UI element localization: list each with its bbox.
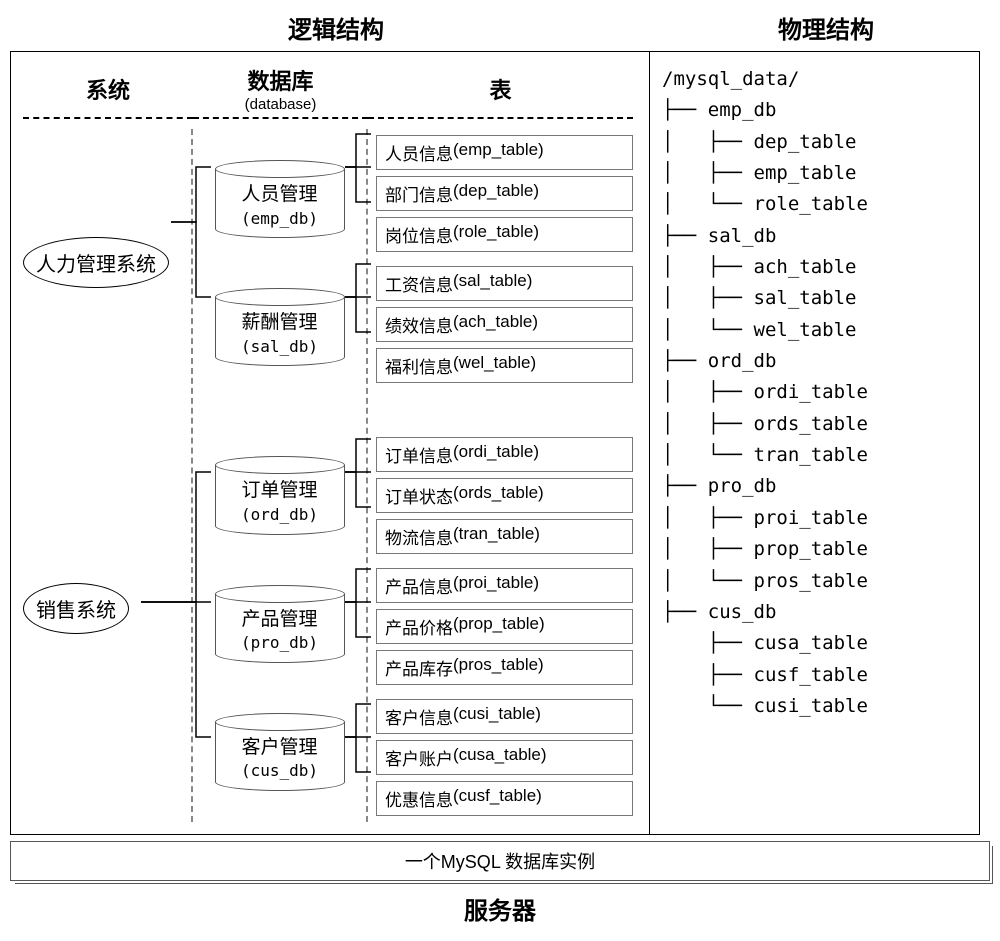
database-column: 人员管理 (emp_db) 薪酬管理 (sal_db) (193, 129, 368, 822)
cylinder-icon: 订单管理 (ord_db) (215, 456, 345, 534)
instance-bar: 一个MySQL 数据库实例 (10, 841, 990, 881)
table-box: 绩效信息(ach_table) (376, 307, 633, 342)
database-node: 产品管理 (pro_db) (193, 585, 366, 663)
cylinder-icon: 客户管理 (cus_db) (215, 713, 345, 791)
table-name: 福利信息 (385, 353, 453, 378)
table-name: 部门信息 (385, 181, 453, 206)
table-name: 产品库存 (385, 655, 453, 680)
col-header-system-label: 系统 (86, 78, 130, 103)
table-name: 物流信息 (385, 524, 453, 549)
db-code: (sal_db) (241, 337, 318, 356)
table-code: (cusa_table) (453, 745, 547, 770)
table-name: 客户账户 (385, 745, 453, 770)
table-box: 客户账户(cusa_table) (376, 740, 633, 775)
db-code: (emp_db) (241, 209, 318, 228)
top-titles-row: 逻辑结构 物理结构 (10, 10, 990, 51)
table-code: (ordi_table) (453, 442, 539, 467)
table-box: 订单状态(ords_table) (376, 478, 633, 513)
table-box: 岗位信息(role_table) (376, 217, 633, 252)
table-code: (dep_table) (453, 181, 539, 206)
db-name: 薪酬管理 (241, 312, 317, 333)
col-header-database: 数据库 (database) (193, 64, 368, 113)
instance-label: 一个MySQL 数据库实例 (405, 852, 595, 872)
table-name: 优惠信息 (385, 786, 453, 811)
table-box: 产品库存(pros_table) (376, 650, 633, 685)
table-code: (ach_table) (453, 312, 538, 337)
system-node: 销售系统 (23, 399, 191, 819)
db-code: (pro_db) (241, 633, 318, 652)
cylinder-icon: 薪酬管理 (sal_db) (215, 288, 345, 366)
logical-body: 人力管理系统 销售系统 人员管理 (emp_db) (23, 129, 637, 822)
table-group: 产品信息(proi_table)产品价格(prop_table)产品库存(pro… (376, 568, 633, 685)
db-name: 客户管理 (241, 737, 317, 758)
table-code: (ords_table) (453, 483, 544, 508)
table-code: (wel_table) (453, 353, 536, 378)
header-dashed-divider (23, 117, 637, 119)
table-code: (proi_table) (453, 573, 539, 598)
main-row: 系统 数据库 (database) 表 人力管理系统 (10, 51, 990, 835)
table-code: (role_table) (453, 222, 539, 247)
column-headers: 系统 数据库 (database) 表 (23, 64, 637, 113)
cylinder-icon: 产品管理 (pro_db) (215, 585, 345, 663)
logical-box: 系统 数据库 (database) 表 人力管理系统 (10, 51, 650, 835)
system-node: 人力管理系统 (23, 132, 191, 392)
table-box: 工资信息(sal_table) (376, 266, 633, 301)
directory-tree: /mysql_data/ ├── emp_db │ ├── dep_table … (662, 64, 971, 722)
database-node: 客户管理 (cus_db) (193, 713, 366, 791)
table-box: 客户信息(cusi_table) (376, 699, 633, 734)
col-header-table: 表 (368, 73, 633, 105)
col-header-system: 系统 (23, 73, 193, 105)
table-box: 优惠信息(cusf_table) (376, 781, 633, 816)
table-name: 岗位信息 (385, 222, 453, 247)
cylinder-icon: 人员管理 (emp_db) (215, 160, 345, 238)
table-name: 客户信息 (385, 704, 453, 729)
table-group: 客户信息(cusi_table)客户账户(cusa_table)优惠信息(cus… (376, 699, 633, 816)
table-box: 产品信息(proi_table) (376, 568, 633, 603)
table-box: 物流信息(tran_table) (376, 519, 633, 554)
server-title: 服务器 (10, 891, 990, 926)
system-ellipse: 人力管理系统 (23, 237, 169, 288)
database-node: 订单管理 (ord_db) (193, 456, 366, 534)
table-name: 订单状态 (385, 483, 453, 508)
table-box: 订单信息(ordi_table) (376, 437, 633, 472)
system-ellipse: 销售系统 (23, 583, 129, 634)
db-name: 订单管理 (241, 480, 317, 501)
table-name: 订单信息 (385, 442, 453, 467)
table-code: (prop_table) (453, 614, 545, 639)
table-box: 人员信息(emp_table) (376, 135, 633, 170)
table-box: 产品价格(prop_table) (376, 609, 633, 644)
table-group: 订单信息(ordi_table)订单状态(ords_table)物流信息(tra… (376, 437, 633, 554)
table-group: 人员信息(emp_table)部门信息(dep_table)岗位信息(role_… (376, 135, 633, 252)
table-name: 产品信息 (385, 573, 453, 598)
title-physical: 物理结构 (662, 10, 990, 51)
title-logical: 逻辑结构 (10, 10, 662, 51)
database-node: 薪酬管理 (sal_db) (193, 288, 366, 366)
col-header-database-label: 数据库 (247, 69, 313, 94)
table-box: 福利信息(wel_table) (376, 348, 633, 383)
table-name: 绩效信息 (385, 312, 453, 337)
table-code: (emp_table) (453, 140, 544, 165)
col-header-database-sub: (database) (193, 96, 368, 113)
table-code: (cusf_table) (453, 786, 542, 811)
table-box: 部门信息(dep_table) (376, 176, 633, 211)
table-code: (sal_table) (453, 271, 532, 296)
table-code: (cusi_table) (453, 704, 541, 729)
db-code: (ord_db) (241, 505, 318, 524)
db-name: 产品管理 (241, 609, 317, 630)
table-name: 人员信息 (385, 140, 453, 165)
system-column: 人力管理系统 销售系统 (23, 129, 193, 822)
table-name: 工资信息 (385, 271, 453, 296)
diagram-root: 逻辑结构 物理结构 (10, 10, 990, 926)
table-column: 人员信息(emp_table)部门信息(dep_table)岗位信息(role_… (368, 129, 633, 822)
table-code: (tran_table) (453, 524, 540, 549)
db-name: 人员管理 (241, 184, 317, 205)
database-node: 人员管理 (emp_db) (193, 160, 366, 238)
table-code: (pros_table) (453, 655, 544, 680)
col-header-table-label: 表 (489, 78, 511, 103)
physical-box: /mysql_data/ ├── emp_db │ ├── dep_table … (650, 51, 980, 835)
db-code: (cus_db) (241, 761, 318, 780)
table-group: 工资信息(sal_table)绩效信息(ach_table)福利信息(wel_t… (376, 266, 633, 383)
table-name: 产品价格 (385, 614, 453, 639)
